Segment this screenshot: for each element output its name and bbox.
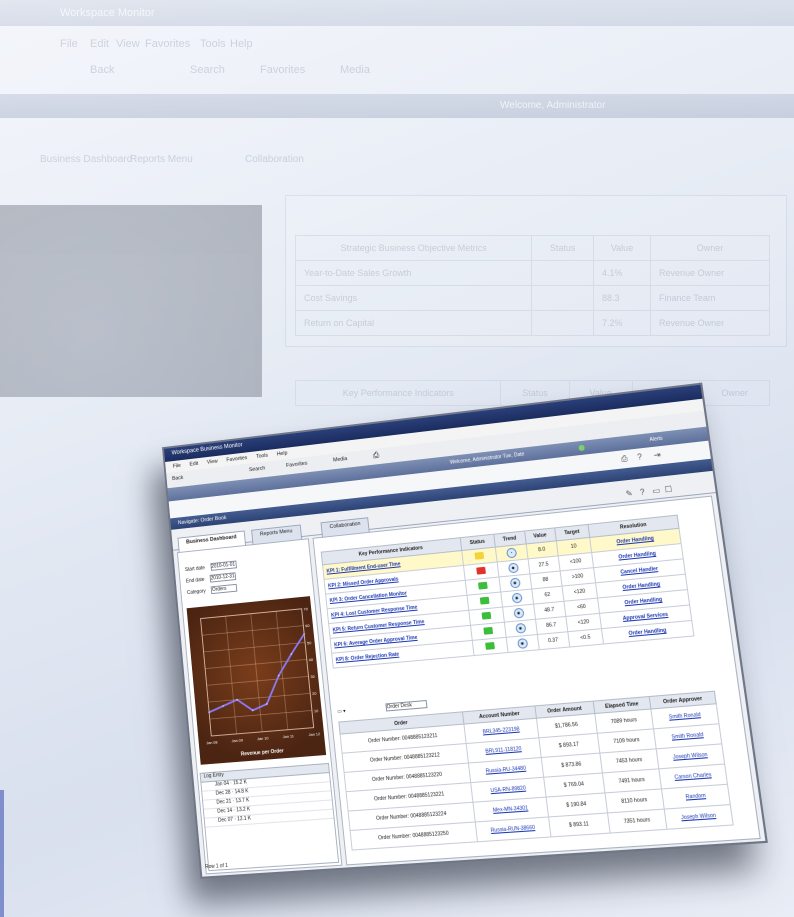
menu-favorites[interactable]: Favorites — [226, 455, 247, 463]
x-tick-label: Jan 11 — [282, 733, 294, 739]
app-window: Workspace Business Monitor File Edit Vie… — [162, 383, 768, 879]
grid-line — [226, 616, 237, 734]
start-date-input[interactable]: 2010-01-01 — [210, 561, 237, 571]
menu-edit[interactable]: Edit — [189, 461, 198, 468]
order-filter-row: ▭ ▾ Order Desk — [337, 700, 428, 716]
y-tick-label: 60 — [305, 623, 310, 628]
right-pane: Key Performance Indicators Status Trend … — [313, 496, 761, 866]
status-dot-icon — [578, 445, 585, 452]
edit-icon[interactable]: ✎ — [625, 489, 633, 499]
y-tick-label: 30 — [310, 674, 316, 679]
trend-icon: ◉ — [515, 623, 526, 634]
menu-help[interactable]: Help — [277, 451, 288, 458]
status-indicator-icon — [474, 551, 484, 559]
start-date-value: 2010-01-01 — [211, 562, 235, 570]
kpi-table: Key Performance Indicators Status Trend … — [321, 515, 695, 669]
status-indicator-icon — [478, 581, 488, 589]
trend-icon: ◉ — [511, 593, 522, 604]
menu-view[interactable]: View — [207, 459, 218, 466]
kpi-value: 0.37 — [537, 632, 569, 650]
y-tick-label: 40 — [308, 657, 314, 662]
y-tick-label: 20 — [312, 691, 318, 696]
status-indicator-icon — [481, 611, 491, 619]
order-table: Order Account Number Order Amount Elapse… — [338, 691, 733, 851]
logout-icon[interactable]: ⇥ — [653, 450, 661, 460]
elapsed-time: 7351 hours — [607, 809, 667, 833]
print-icon[interactable]: ⎙ — [620, 454, 628, 465]
end-date-input[interactable]: 2010-12-31 — [210, 572, 237, 582]
category-select[interactable]: Orders — [211, 584, 238, 594]
menu-tools[interactable]: Tools — [256, 453, 268, 460]
log-list: Log Entry Jan 04 · 15.2 K Dec 28 · 14.8 … — [200, 763, 340, 871]
order-amount: $ 893.11 — [548, 813, 609, 837]
x-tick-label: Jan 08 — [206, 739, 218, 745]
x-tick-label: Jan 09 — [231, 737, 243, 743]
menu-file[interactable]: File — [173, 463, 182, 470]
trend-icon: ◔ — [506, 548, 517, 559]
breadcrumb-text[interactable]: Navigate: Order Book — [178, 515, 227, 526]
y-tick-label: 50 — [307, 640, 313, 645]
kpi-trend-cell: ◉ — [506, 635, 539, 653]
favorites-button[interactable]: Favorites — [286, 461, 308, 469]
kpi-target: <0.5 — [567, 629, 603, 647]
maximize-icon[interactable]: ☐ — [664, 484, 673, 494]
series-line — [203, 634, 312, 714]
grid-line — [251, 614, 262, 732]
trend-icon: ◉ — [517, 638, 528, 649]
search-button[interactable]: Search — [249, 466, 266, 474]
back-button[interactable]: Back — [172, 475, 184, 482]
end-date-value: 2010-12-31 — [211, 573, 235, 581]
category-row: Category Orders — [187, 584, 238, 597]
minimize-icon[interactable]: ▭ — [652, 486, 661, 496]
order-filter-select[interactable]: Order Desk — [385, 700, 427, 712]
approver-link[interactable]: Joseph Wilson — [664, 805, 733, 830]
x-tick-label: Jan 10 — [257, 735, 270, 741]
alerts-link[interactable]: Alerts — [649, 436, 663, 443]
category-value: Orders — [212, 586, 227, 593]
status-indicator-icon — [479, 596, 489, 604]
start-date-label: Start date — [185, 565, 205, 573]
help-icon[interactable]: ? — [639, 487, 645, 497]
category-label: Category — [187, 588, 206, 596]
end-date-row: End date 2010-12-31 — [186, 572, 237, 585]
trend-icon: ◆ — [508, 563, 519, 574]
help-icon[interactable]: ? — [637, 452, 643, 461]
y-tick-label: 10 — [314, 708, 320, 713]
end-date-label: End date — [186, 577, 205, 585]
media-button[interactable]: Media — [333, 456, 348, 463]
status-indicator-icon — [476, 566, 486, 574]
y-tick-label: 70 — [303, 606, 308, 611]
filter-label: ▭ ▾ — [337, 708, 346, 715]
status-indicator-icon — [483, 626, 493, 634]
trend-icon: ◉ — [513, 608, 524, 619]
print-icon[interactable]: ⎙ — [372, 450, 379, 460]
revenue-chart-svg: 10 20 30 40 50 60 70 Jan 08 Jan 09 Jan 10 Jan 11 Ja… — [187, 596, 327, 765]
plot-frame — [201, 609, 314, 736]
start-date-row: Start date 2010-01-01 — [185, 561, 237, 574]
revenue-chart: 10 20 30 40 50 60 70 Jan 08 Jan 09 Jan 10 Jan 11 Ja… — [187, 596, 327, 765]
stage: Workspace Business Monitor File Edit Vie… — [0, 0, 794, 917]
x-tick-label: Jan 12 — [308, 731, 320, 737]
status-indicator-icon — [485, 642, 495, 650]
order-filter-value: Order Desk — [386, 702, 412, 710]
trend-icon: ◉ — [509, 578, 520, 589]
kpi-status-cell — [472, 637, 508, 655]
account-link[interactable]: Russia-RUN-38660 — [475, 817, 550, 842]
